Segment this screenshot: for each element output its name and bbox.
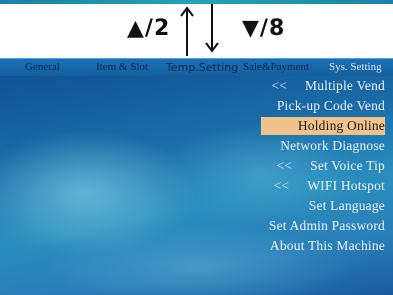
menu-item-label: Network Diagnose [280,138,385,153]
menu-item-set-admin-password[interactable]: Set Admin Password [269,217,385,235]
menu-item-label: Multiple Vend [305,78,385,93]
tab-bar: General Item & Slot Temp.Setting Sale&Pa… [0,58,393,76]
tab-item-slot[interactable]: Item & Slot [96,60,148,75]
submenu-marker: << [276,158,293,173]
menu-item-pickup-code-vend[interactable]: Pick-up Code Vend [277,97,385,115]
menu-item-wifi-hotspot[interactable]: << WIFI Hotspot [274,177,385,195]
settings-screen: General Item & Slot Temp.Setting Sale&Pa… [0,58,393,295]
submenu-marker: << [271,78,288,93]
down-key-hint: ▼/8 [242,16,286,41]
menu-item-label: Holding Online [297,118,385,133]
up-arrow-icon [180,6,194,56]
tab-sale-payment[interactable]: Sale&Payment [243,60,309,75]
down-arrow-icon [205,4,219,53]
navigation-hint: ▲/2 ▼/8 [0,4,393,56]
tab-sys-setting[interactable]: Sys. Setting [329,60,382,75]
menu-item-label: Set Language [308,198,385,213]
menu-item-label: Set Admin Password [268,218,385,233]
tab-temp-setting[interactable]: Temp.Setting [166,60,238,75]
menu-item-label: WIFI Hotspot [307,178,385,193]
menu-item-holding-online[interactable]: Holding Online [261,117,385,135]
submenu-marker: << [273,178,290,193]
tab-general[interactable]: General [25,60,60,75]
menu-item-label: About This Machine [269,238,385,253]
up-key-hint: ▲/2 [127,16,171,41]
menu-item-label: Set Voice Tip [310,158,385,173]
menu-item-about-this-machine[interactable]: About This Machine [270,237,385,255]
menu-item-multiple-vend[interactable]: << Multiple Vend [271,77,385,95]
menu-item-set-voice-tip[interactable]: << Set Voice Tip [276,157,385,175]
menu-item-set-language[interactable]: Set Language [309,197,385,215]
menu-item-network-diagnose[interactable]: Network Diagnose [280,137,385,155]
menu-item-label: Pick-up Code Vend [276,98,385,113]
